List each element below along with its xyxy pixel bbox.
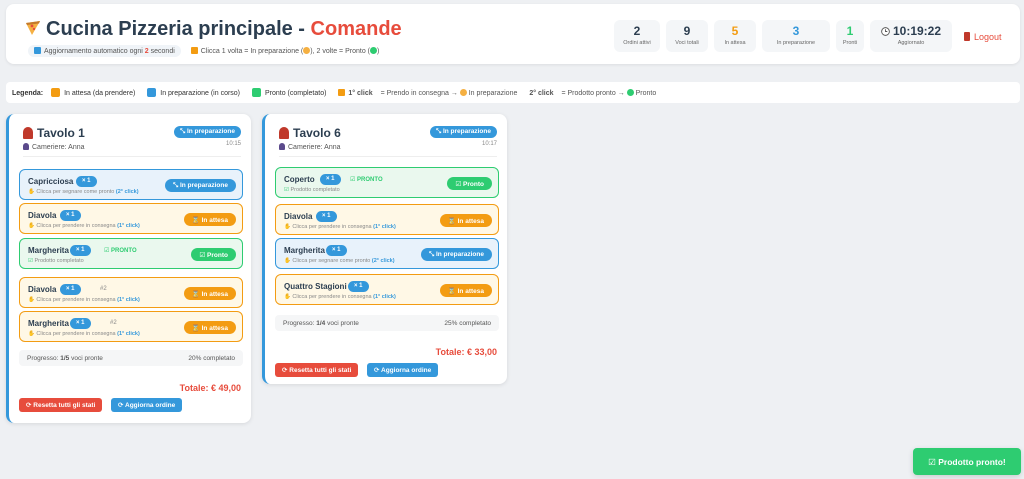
stat-total-items: 9 Voci totali	[666, 20, 708, 52]
legend-ready: Pronto (completato)	[251, 88, 326, 97]
toast-notification: ☑ Prodotto pronto!	[913, 448, 1021, 475]
order-time: 10:15	[225, 141, 241, 147]
table-card-6: Tavolo 6 ⤡ In preparazione Cameriere: An…	[262, 114, 507, 384]
refresh-order-button[interactable]: ⟳ Aggiorna ordine	[367, 363, 439, 377]
order-total: Totale: € 33,00	[435, 347, 497, 357]
item-status-button[interactable]: ⤡ In preparazione	[420, 248, 492, 261]
stat-ready: 1 Pronti	[836, 20, 864, 52]
order-item-margherita[interactable]: Margherita × 1 ☑ PRONTO ☑ Prodotto compl…	[19, 238, 243, 269]
clock: 10:19:22 Aggiornato	[870, 20, 952, 52]
item-hint: ✋ Clicca per segnare come pronto (2° cli…	[284, 258, 395, 264]
waiter-label: Cameriere: Anna	[279, 143, 341, 151]
stat-preparing: 3 In preparazione	[762, 20, 830, 52]
item-status-button[interactable]: ⌛ In attesa	[183, 321, 236, 334]
ready-dot-icon	[626, 89, 634, 96]
clock-icon	[881, 27, 890, 36]
order-total: Totale: € 49,00	[179, 383, 241, 393]
hand-icon	[190, 47, 198, 54]
item-status-button[interactable]: ☑ Pronto	[447, 177, 492, 190]
divider	[279, 156, 497, 157]
qty-badge: × 1	[316, 211, 337, 222]
reset-states-button[interactable]: ⟳ Resetta tutti gli stati	[275, 363, 359, 377]
ready-tag: ☑ PRONTO	[104, 248, 137, 254]
refresh-order-button[interactable]: ⟳ Aggiorna ordine	[111, 398, 183, 412]
click-hint: Clicca 1 volta = In preparazione (), 2 v…	[190, 47, 379, 55]
progress-bar: Progresso: 1/5 voci pronte 20% completat…	[19, 350, 243, 366]
qty-badge: × 1	[60, 210, 81, 221]
waiter-label: Cameriere: Anna	[23, 143, 85, 151]
qty-badge: × 1	[60, 284, 81, 295]
item-status-button[interactable]: ⌛ In attesa	[439, 214, 492, 227]
table-title: Tavolo 6	[279, 126, 341, 140]
hand-icon	[338, 89, 346, 96]
table-status-badge: ⤡ In preparazione	[173, 126, 241, 138]
order-item-margherita[interactable]: Margherita × 1 ✋ Clicca per segnare come…	[275, 238, 499, 269]
qty-badge: × 1	[70, 318, 91, 329]
reset-states-button[interactable]: ⟳ Resetta tutti gli stati	[19, 398, 103, 412]
item-index: #2	[100, 286, 107, 292]
header-subline: Aggiornamento automatico ogni 2 secondi …	[28, 45, 379, 57]
legend-second-click: 2° click = Prodotto pronto → Pronto	[529, 89, 657, 97]
qty-badge: × 1	[70, 245, 91, 256]
door-icon	[964, 32, 970, 41]
item-hint: ✋ Clicca per prendere in consegna (1° cl…	[284, 294, 396, 300]
table-card-1: Tavolo 1 ⤡ In preparazione Cameriere: An…	[6, 114, 251, 423]
order-item-diavola[interactable]: Diavola × 1 ✋ Clicca per prendere in con…	[275, 204, 499, 235]
logout-button[interactable]: Logout	[964, 32, 1002, 42]
order-item-diavola-2[interactable]: Diavola × 1 #2 ✋ Clicca per prendere in …	[19, 277, 243, 308]
item-status-button[interactable]: ⌛ In attesa	[183, 287, 236, 300]
item-hint: ✋ Clicca per prendere in consegna (1° cl…	[28, 297, 140, 303]
qty-badge: × 1	[320, 174, 341, 185]
refresh-icon	[34, 47, 41, 54]
item-status-button[interactable]: ⌛ In attesa	[439, 284, 492, 297]
order-item-diavola[interactable]: Diavola × 1 ✋ Clicca per prendere in con…	[19, 203, 243, 234]
chef-dot-icon	[459, 89, 467, 96]
order-item-coperto[interactable]: Coperto × 1 ☑ PRONTO ☑ Prodotto completa…	[275, 167, 499, 198]
item-hint: ✋ Clicca per prendere in consegna (1° cl…	[284, 224, 396, 230]
item-status-button[interactable]: ☑ Pronto	[191, 248, 236, 261]
order-time: 10:17	[481, 141, 497, 147]
qty-badge: × 1	[76, 176, 97, 187]
legend-preparing: In preparazione (in corso)	[147, 88, 240, 97]
chef-icon	[23, 127, 33, 139]
qty-badge: × 1	[348, 281, 369, 292]
qty-badge: × 1	[326, 245, 347, 256]
item-hint: ☑ Prodotto completato	[284, 187, 340, 193]
person-icon	[279, 143, 285, 150]
auto-refresh-chip: Aggiornamento automatico ogni 2 secondi	[28, 45, 181, 57]
table-title: Tavolo 1	[23, 126, 85, 140]
item-status-button[interactable]: ⌛ In attesa	[183, 213, 236, 226]
page-title: Cucina Pizzeria principale - Comande	[24, 18, 402, 41]
ready-tag: ☑ PRONTO	[350, 177, 383, 183]
progress-bar: Progresso: 1/4 voci pronte 25% completat…	[275, 315, 499, 331]
item-index: #2	[110, 320, 117, 326]
item-hint: ☑ Prodotto completato	[28, 258, 84, 264]
item-status-button[interactable]: ⤡ In preparazione	[164, 179, 236, 192]
title-main: Cucina Pizzeria principale -	[46, 18, 311, 40]
chef-icon	[279, 127, 289, 139]
ready-dot-icon	[370, 47, 377, 54]
header: Cucina Pizzeria principale - Comande Agg…	[6, 4, 1020, 64]
legend-bar: Legenda: In attesa (da prendere) In prep…	[6, 82, 1020, 103]
legend-first-click: 1° click = Prendo in consegna → In prepa…	[338, 89, 517, 97]
person-icon	[23, 143, 29, 150]
legend-waiting: In attesa (da prendere)	[51, 88, 135, 97]
stat-active-orders: 2 Ordini attivi	[614, 20, 660, 52]
stat-waiting: 5 In attesa	[714, 20, 756, 52]
pizza-icon	[26, 21, 40, 35]
order-item-margherita-2[interactable]: Margherita × 1 #2 ✋ Clicca per prendere …	[19, 311, 243, 342]
divider	[23, 156, 241, 157]
order-item-capricciosa[interactable]: Capricciosa × 1 ✋ Clicca per segnare com…	[19, 169, 243, 200]
order-item-quattro-stagioni[interactable]: Quattro Stagioni × 1 ✋ Clicca per prende…	[275, 274, 499, 305]
item-hint: ✋ Clicca per prendere in consegna (1° cl…	[28, 223, 140, 229]
title-accent: Comande	[310, 18, 402, 40]
item-hint: ✋ Clicca per prendere in consegna (1° cl…	[28, 331, 140, 337]
item-hint: ✋ Clicca per segnare come pronto (2° cli…	[28, 189, 139, 195]
table-status-badge: ⤡ In preparazione	[429, 126, 497, 138]
